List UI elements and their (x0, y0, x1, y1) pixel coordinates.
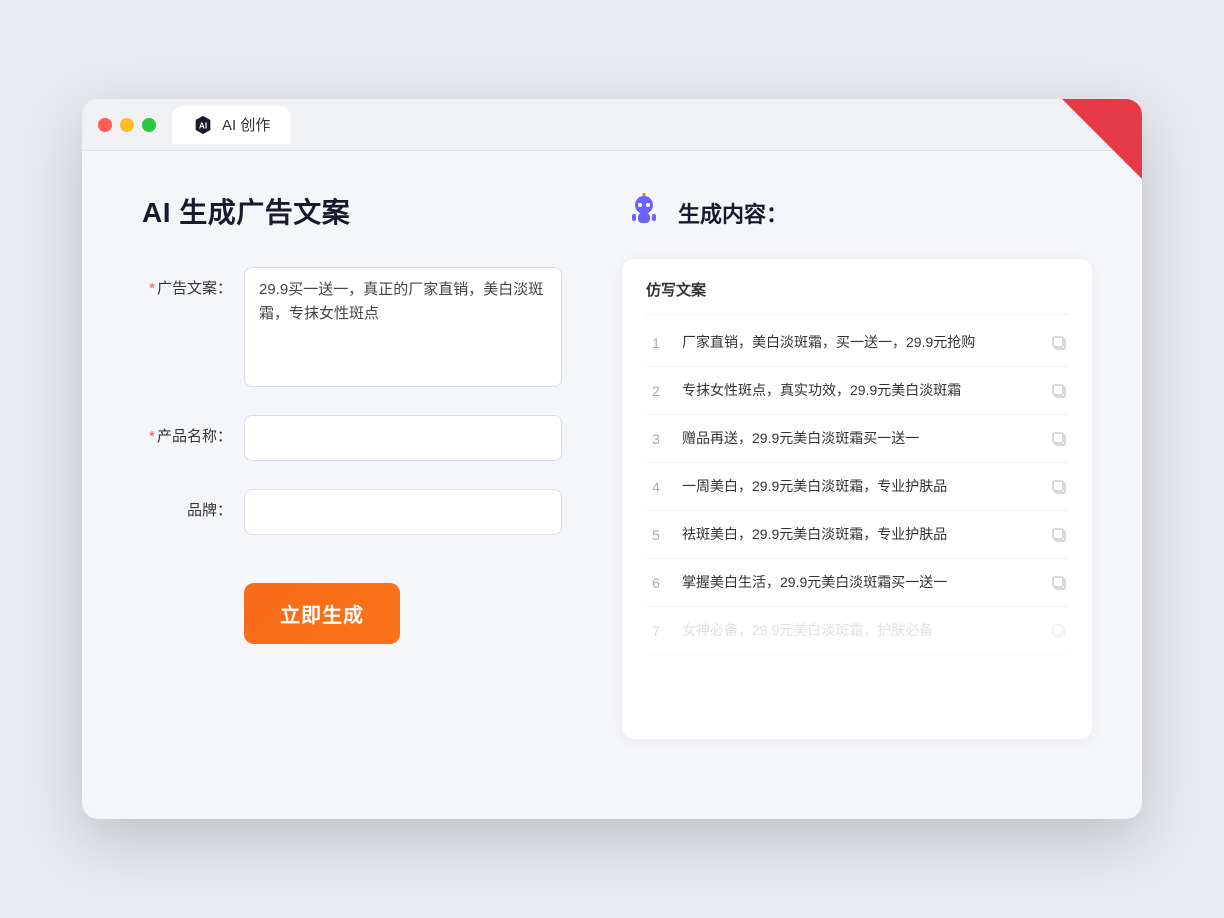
ad-copy-group: *广告文案： 29.9买一送一，真正的厂家直销，美白淡斑霜，专抹女性斑点 (142, 267, 562, 387)
product-name-label: *产品名称： (142, 415, 232, 446)
result-num-3: 3 (646, 431, 666, 447)
maximize-button[interactable] (142, 118, 156, 132)
tab-label: AI 创作 (222, 114, 270, 135)
result-item-5: 5 祛斑美白，29.9元美白淡斑霜，专业护肤品 (646, 511, 1068, 559)
result-column-header: 仿写文案 (646, 279, 1068, 315)
result-title: 生成内容： (678, 197, 788, 229)
brand-input[interactable]: 好白 (244, 489, 562, 535)
result-item-3: 3 赠品再送，29.9元美白淡斑霜买一送一 (646, 415, 1068, 463)
content-area: AI 生成广告文案 *广告文案： 29.9买一送一，真正的厂家直销，美白淡斑霜，… (82, 151, 1142, 819)
result-text-7: 女神必备，29.9元美白淡斑霜，护肤必备 (682, 620, 1034, 641)
title-bar: AI AI 创作 (82, 99, 1142, 151)
minimize-button[interactable] (120, 118, 134, 132)
result-text-3: 赠品再送，29.9元美白淡斑霜买一送一 (682, 428, 1034, 449)
result-text-2: 专抹女性斑点，真实功效，29.9元美白淡斑霜 (682, 380, 1034, 401)
result-num-1: 1 (646, 335, 666, 351)
ad-copy-input[interactable]: 29.9买一送一，真正的厂家直销，美白淡斑霜，专抹女性斑点 (244, 267, 562, 387)
copy-icon-1[interactable] (1050, 334, 1068, 352)
result-item-4: 4 一周美白，29.9元美白淡斑霜，专业护肤品 (646, 463, 1068, 511)
ai-tab-icon: AI (192, 114, 214, 136)
copy-icon-3[interactable] (1050, 430, 1068, 448)
robot-icon (622, 191, 666, 235)
ad-copy-label: *广告文案： (142, 267, 232, 298)
result-num-2: 2 (646, 383, 666, 399)
right-panel: 生成内容： 仿写文案 1 厂家直销，美白淡斑霜，买一送一，29.9元抢购 2 专… (622, 191, 1092, 779)
result-text-5: 祛斑美白，29.9元美白淡斑霜，专业护肤品 (682, 524, 1034, 545)
svg-text:AI: AI (199, 121, 207, 130)
product-name-input[interactable]: 美白淡斑霜 (244, 415, 562, 461)
copy-icon-4[interactable] (1050, 478, 1068, 496)
result-item-6: 6 掌握美白生活，29.9元美白淡斑霜买一送一 (646, 559, 1068, 607)
copy-icon-7[interactable] (1050, 622, 1068, 640)
copy-icon-2[interactable] (1050, 382, 1068, 400)
product-name-group: *产品名称： 美白淡斑霜 (142, 415, 562, 461)
copy-icon-5[interactable] (1050, 526, 1068, 544)
result-text-1: 厂家直销，美白淡斑霜，买一送一，29.9元抢购 (682, 332, 1034, 353)
result-header: 生成内容： (622, 191, 1092, 235)
traffic-lights (98, 118, 156, 132)
result-num-5: 5 (646, 527, 666, 543)
result-text-4: 一周美白，29.9元美白淡斑霜，专业护肤品 (682, 476, 1034, 497)
result-item-7: 7 女神必备，29.9元美白淡斑霜，护肤必备 (646, 607, 1068, 655)
result-item-2: 2 专抹女性斑点，真实功效，29.9元美白淡斑霜 (646, 367, 1068, 415)
ad-copy-required: * (149, 280, 155, 297)
generate-button[interactable]: 立即生成 (244, 583, 400, 644)
product-name-required: * (149, 428, 155, 445)
result-num-4: 4 (646, 479, 666, 495)
close-button[interactable] (98, 118, 112, 132)
copy-icon-6[interactable] (1050, 574, 1068, 592)
result-num-6: 6 (646, 575, 666, 591)
page-title: AI 生成广告文案 (142, 191, 562, 231)
brand-label: 品牌： (142, 489, 232, 520)
result-box: 仿写文案 1 厂家直销，美白淡斑霜，买一送一，29.9元抢购 2 专抹女性斑点，… (622, 259, 1092, 739)
result-text-6: 掌握美白生活，29.9元美白淡斑霜买一送一 (682, 572, 1034, 593)
active-tab[interactable]: AI AI 创作 (172, 106, 290, 144)
brand-group: 品牌： 好白 (142, 489, 562, 535)
result-item-1: 1 厂家直销，美白淡斑霜，买一送一，29.9元抢购 (646, 319, 1068, 367)
browser-window: AI AI 创作 AI 生成广告文案 *广告文案： 29.9买一送一，真正的厂家… (82, 99, 1142, 819)
result-num-7: 7 (646, 623, 666, 639)
left-panel: AI 生成广告文案 *广告文案： 29.9买一送一，真正的厂家直销，美白淡斑霜，… (142, 191, 562, 779)
